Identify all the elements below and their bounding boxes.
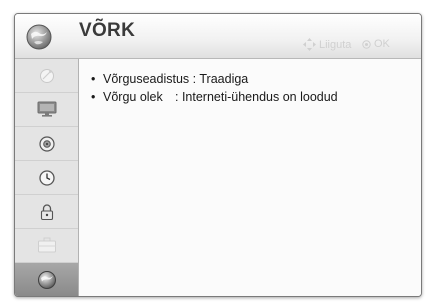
header-bar: VÕRK Liiguta OK: [15, 14, 421, 59]
content-panel: • Võrguseadistus : Traadiga • Võrgu olek :…: [79, 59, 421, 296]
lock-icon: [40, 203, 53, 220]
sidebar-item-network[interactable]: [15, 263, 78, 296]
bullet-icon: •: [91, 72, 96, 86]
move-hint: Liiguta: [303, 38, 351, 51]
speaker-icon: [38, 135, 55, 152]
network-globe-icon: [26, 24, 52, 50]
row-value: : Traadiga: [192, 72, 249, 86]
move-hint-label: Liiguta: [319, 38, 352, 51]
monitor-icon: [37, 101, 56, 117]
page-title: VÕRK: [79, 20, 136, 41]
ok-hint: OK: [362, 38, 390, 50]
sidebar-item-picture[interactable]: [15, 93, 78, 127]
sidebar-item-lock[interactable]: [15, 195, 78, 229]
row-label: Võrgu olek: [103, 90, 163, 104]
row-label: Võrguseadistus: [103, 72, 190, 86]
sidebar-item-audio[interactable]: [15, 127, 78, 161]
network-settings-window: VÕRK Liiguta OK • Võrguseadistus: Traad…: [14, 13, 422, 297]
ok-button-icon: [362, 39, 371, 49]
ok-hint-label: OK: [374, 38, 390, 50]
satellite-dish-icon: [39, 68, 54, 83]
bullet-icon: •: [91, 90, 96, 104]
briefcase-icon: [37, 237, 56, 253]
sidebar: [15, 59, 79, 296]
clock-icon: [38, 169, 55, 186]
navigation-arrows-icon: [303, 38, 316, 51]
sidebar-item-option[interactable]: [15, 229, 78, 263]
network-globe-icon: [37, 270, 56, 289]
sidebar-item-channels[interactable]: [15, 59, 78, 93]
sidebar-item-time[interactable]: [15, 161, 78, 195]
row-value: : Interneti-ühendus on loodud: [175, 90, 338, 104]
info-row-network-setting: • Võrguseadistus : Traadiga: [91, 72, 248, 86]
info-row-network-status: • Võrgu olek : Interneti-ühendus on loodu…: [91, 90, 338, 104]
